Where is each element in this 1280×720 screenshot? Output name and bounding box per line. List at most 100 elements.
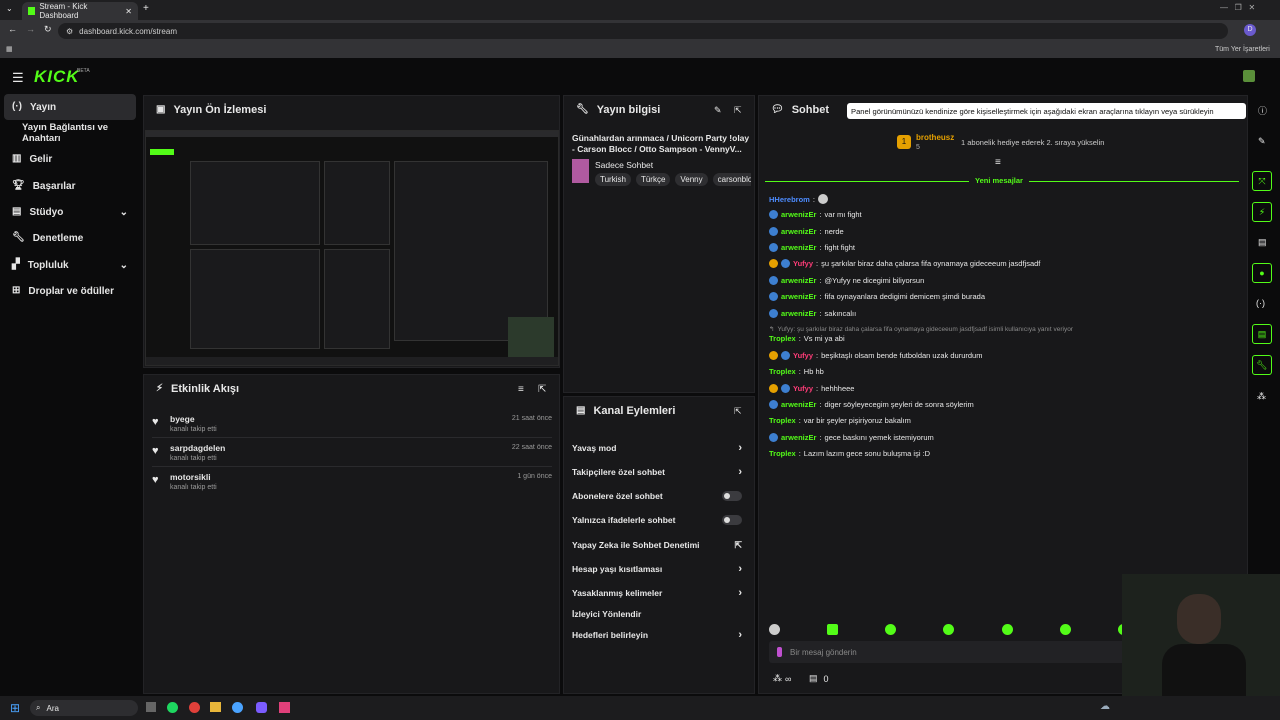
toolbar-broadcast-icon[interactable]: (·) [1256,298,1265,308]
discord-icon[interactable] [256,702,267,713]
toolbar-chat-icon[interactable]: ● [1252,263,1272,283]
chat-username[interactable]: HHerebrom [769,195,810,204]
channel-action-row[interactable]: Yalnızca ifadelerle sohbet [572,513,742,527]
sidebar-item-topluluk[interactable]: ▞ Topluluk ⌄ [4,252,136,278]
chat-message[interactable]: arwenizEr: var mı fight [769,210,862,219]
channel-action-row[interactable]: Takipçilere özel sohbet › [572,465,742,479]
profile-avatar[interactable]: D [1244,24,1256,36]
app-icon[interactable] [189,702,200,713]
pinned-user[interactable]: brotheusz [916,133,954,142]
chat-message[interactable]: Yufyy: hehhheee [769,384,854,393]
chat-username[interactable]: Yufyy [793,351,813,360]
chat-username[interactable]: arwenizEr [781,292,816,301]
chat-username[interactable]: arwenizEr [781,227,816,236]
weather-icon[interactable]: ☁ [1100,701,1110,712]
chat-username[interactable]: arwenizEr [781,243,816,252]
chat-identity-icon[interactable] [777,647,782,657]
chat-username[interactable]: Troplex [769,416,796,425]
channel-action-row[interactable]: Abonelere özel sohbet [572,489,742,503]
toolbar-actions-icon[interactable]: ▤ [1252,324,1272,344]
edit-icon[interactable]: ✎ [1258,136,1266,147]
chat-message[interactable]: arwenizEr: nerde [769,227,844,236]
app-icon[interactable] [279,702,290,713]
emote[interactable] [1059,624,1071,635]
chat-username[interactable]: arwenizEr [781,276,816,285]
tab-menu-icon[interactable]: ⌄ [6,4,13,13]
reload-icon[interactable]: ↻ [44,24,52,35]
window-controls[interactable]: — ❐ ✕ [1220,3,1255,12]
chat-username[interactable]: arwenizEr [781,210,816,219]
taskbar-search[interactable]: ⌕ Ara [30,700,138,716]
chat-message[interactable]: arwenizEr: sakıncalıı [769,309,856,318]
emote[interactable] [885,624,897,635]
chat-message[interactable]: Troplex: Vs mi ya abi [769,334,845,343]
chat-message[interactable]: Troplex: Lazım lazım gece sonu buluşma iş… [769,449,930,458]
sidebar-item-gelir[interactable]: ▥ Gelir [4,146,136,172]
chat-message[interactable]: HHerebrom: [769,194,828,204]
chat-message[interactable]: arwenizEr: gece baskını yemek istemiyorum [769,433,934,442]
close-tab-icon[interactable]: ✕ [125,7,132,16]
chat-username[interactable]: arwenizEr [781,400,816,409]
user-avatar[interactable] [1243,70,1255,82]
toolbar-notes-icon[interactable]: ▤ [1258,237,1267,248]
chat-message[interactable]: arwenizEr: fifa oynayanlara dedigimi demi… [769,292,985,301]
all-bookmarks-link[interactable]: Tüm Yer İşaretleri [1215,46,1270,53]
emote[interactable] [769,624,780,635]
chat-username[interactable]: arwenizEr [781,309,816,318]
address-bar[interactable]: ⚙ dashboard.kick.com/stream [58,23,1228,39]
channel-action-row[interactable]: Yapay Zeka ile Sohbet Denetimi ⇱ [572,538,742,552]
sidebar-item-yayin[interactable]: (·) Yayın [4,94,136,120]
chat-message[interactable]: Troplex: var bir şeyler pişiriyoruz bakal… [769,416,911,425]
channel-action-row[interactable]: Hedefleri belirleyin › [572,628,742,642]
kick-logo[interactable]: KICK [34,67,80,87]
file-explorer-icon[interactable] [210,702,221,712]
popout-icon[interactable]: ⇱ [734,105,742,116]
info-icon[interactable]: ⓘ [1258,104,1267,117]
chrome-icon[interactable] [232,702,243,713]
toggle-switch[interactable] [722,515,742,525]
hamburger-menu-icon[interactable]: ☰ [12,70,24,86]
stream-preview-video[interactable] [145,130,559,366]
tag-chip[interactable]: Turkish [595,173,631,186]
chat-username[interactable]: Troplex [769,334,796,343]
toggle-switch[interactable] [722,491,742,501]
category-name[interactable]: Sadece Sohbet [595,160,653,170]
emote[interactable] [1001,624,1013,635]
chat-username[interactable]: Troplex [769,449,796,458]
sidebar-item-droplar[interactable]: ⊞ Droplar ve ödüller [4,278,136,304]
chat-message[interactable]: Troplex: Hb hb [769,367,824,376]
spotify-icon[interactable] [167,702,178,713]
chat-message[interactable]: Yufyy: beşiktaşlı olsam bende futboldan u… [769,351,982,360]
popout-icon[interactable]: ⇱ [538,384,546,395]
activity-user[interactable]: sarpdagdelen [170,443,225,453]
site-info-icon[interactable]: ⚙ [66,27,73,36]
channel-action-row[interactable]: İzleyici Yönlendir [572,607,742,621]
toolbar-activity-icon[interactable]: ⚡︎ [1252,202,1272,222]
activity-user[interactable]: byege [170,414,195,424]
toolbar-raid-icon[interactable]: ⤧ [1252,171,1272,191]
sidebar-item-basarilar[interactable]: 🏆︎ Başarılar [4,173,136,199]
filter-icon[interactable]: ≡ [518,384,524,395]
sidebar-item-denetleme[interactable]: 🔧︎ Denetleme [4,225,136,251]
apps-icon[interactable]: ▦ [6,45,13,53]
toolbar-community-icon[interactable]: ⁂ [1257,391,1266,402]
new-tab-icon[interactable]: + [143,3,149,14]
chat-message[interactable]: arwenizEr: diger söyleyecegim şeyleri de … [769,400,974,409]
channel-action-row[interactable]: Yavaş mod › [572,441,742,455]
collapse-icon[interactable]: ≡ [995,157,1001,168]
channel-action-row[interactable]: Yasaklanmış kelimeler › [572,586,742,600]
tag-chip[interactable]: Türkçe [635,173,671,186]
back-icon[interactable]: ← [8,24,17,34]
activity-user[interactable]: motorsikli [170,472,211,482]
chat-message[interactable]: arwenizEr: fight fight [769,243,855,252]
chat-message[interactable]: Yufyy: şu şarkılar biraz daha çalarsa fif… [769,259,1040,268]
channel-action-row[interactable]: Hesap yaşı kısıtlaması › [572,562,742,576]
chat-username[interactable]: Troplex [769,367,796,376]
chat-message[interactable]: arwenizEr: @Yufyy ne dicegimi biliyorsun [769,276,924,285]
emote[interactable] [827,624,839,635]
toolbar-mod-icon[interactable]: 🔧︎ [1252,355,1272,375]
task-view-icon[interactable] [146,702,156,712]
emote[interactable] [943,624,955,635]
chat-username[interactable]: Yufyy [793,259,813,268]
chat-input[interactable]: Bir mesaj gönderin [769,641,1131,663]
